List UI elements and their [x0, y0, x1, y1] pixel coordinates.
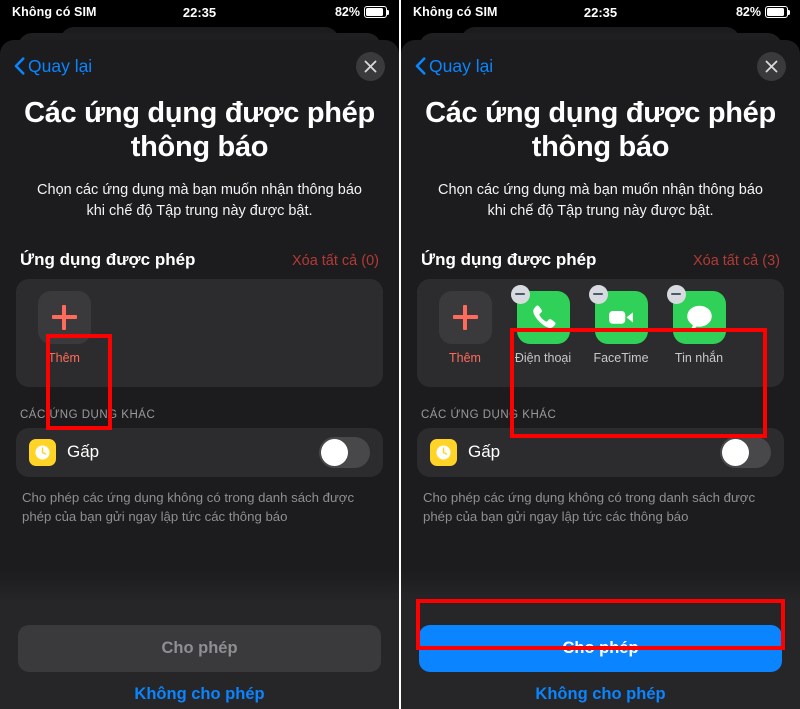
status-bar: Không có SIM 22:35 82% [0, 0, 399, 24]
video-camera-icon [588, 284, 648, 344]
time-sensitive-row[interactable]: Gấp [16, 427, 383, 477]
allow-button[interactable]: Cho phép [419, 625, 782, 672]
other-apps-header: CÁC ỨNG DỤNG KHÁC [421, 408, 557, 421]
time-sensitive-row[interactable]: Gấp [417, 427, 784, 477]
close-icon [765, 60, 778, 72]
allowed-app-label: Tin nhắn [674, 350, 724, 365]
minus-badge-icon[interactable] [666, 284, 686, 304]
allowed-app-label: FaceTime [593, 350, 649, 365]
back-button[interactable]: Quay lại [415, 56, 493, 77]
phone-screen-after: Không có SIM 22:35 82% Quay lại Các ứng … [401, 0, 800, 709]
sheet-content: Các ứng dụng được phép thông báo Chọn cá… [0, 92, 399, 527]
dont-allow-button[interactable]: Không cho phép [419, 685, 782, 704]
battery-percent-label: 82% [334, 5, 360, 19]
sheet-navigation-bar: Quay lại [0, 40, 399, 92]
allowed-app-messages[interactable]: Tin nhắn [661, 284, 737, 365]
carrier-label: Không có SIM [12, 5, 97, 19]
close-icon [364, 60, 377, 72]
footnote-text: Cho phép các ứng dụng không có trong dan… [22, 489, 355, 525]
other-apps-header: CÁC ỨNG DỤNG KHÁC [20, 408, 156, 421]
plus-icon [438, 290, 492, 344]
phone-icon [510, 284, 570, 344]
page-subtitle: Chọn các ứng dụng mà bạn muốn nhận thông… [438, 182, 763, 220]
back-button[interactable]: Quay lại [14, 56, 92, 77]
sheet-navigation-bar: Quay lại [401, 40, 800, 92]
close-button[interactable] [757, 51, 786, 81]
time-sensitive-label: Gấp [468, 442, 501, 462]
time-sensitive-toggle[interactable] [720, 436, 771, 468]
minus-badge-icon[interactable] [510, 284, 530, 304]
minus-badge-icon[interactable] [588, 284, 608, 304]
add-app-button[interactable]: Thêm [427, 290, 503, 365]
footnote-text: Cho phép các ứng dụng không có trong dan… [423, 489, 756, 525]
page-title: Các ứng dụng được phép thông báo [24, 97, 375, 164]
time-sensitive-label: Gấp [67, 442, 100, 462]
status-bar-right: 82% [735, 5, 791, 19]
page-title: Các ứng dụng được phép thông báo [425, 97, 776, 164]
time-sensitive-toggle[interactable] [319, 436, 370, 468]
carrier-label: Không có SIM [413, 5, 498, 19]
add-app-label: Thêm [48, 350, 80, 365]
battery-icon [765, 6, 791, 18]
plus-icon [37, 290, 91, 344]
clock-icon [29, 438, 56, 466]
back-button-label: Quay lại [28, 55, 93, 76]
section-title: Ứng dụng được phép [20, 249, 196, 269]
back-button-label: Quay lại [429, 55, 494, 76]
add-app-button[interactable]: Thêm [26, 290, 102, 365]
dont-allow-button[interactable]: Không cho phép [18, 685, 381, 704]
modal-sheet: Quay lại Các ứng dụng được phép thông bá… [0, 40, 399, 709]
allow-button[interactable]: Cho phép [18, 625, 381, 672]
clock-icon [430, 438, 457, 466]
allowed-app-facetime[interactable]: FaceTime [583, 284, 659, 365]
clear-all-button[interactable]: Xóa tất cả (0) [292, 253, 379, 269]
section-title: Ứng dụng được phép [421, 249, 597, 269]
bottom-fade [0, 569, 399, 615]
status-bar-right: 82% [334, 5, 390, 19]
add-app-label: Thêm [449, 350, 481, 365]
allowed-app-phone[interactable]: Điện thoại [505, 284, 581, 365]
battery-percent-label: 82% [735, 5, 761, 19]
message-bubble-icon [666, 284, 726, 344]
allowed-apps-section-header: Ứng dụng được phép Xóa tất cả (3) [417, 222, 784, 279]
allowed-apps-card: Thêm [16, 278, 383, 387]
chevron-left-icon [14, 57, 25, 75]
chevron-left-icon [415, 57, 426, 75]
bottom-fade [401, 569, 800, 615]
battery-icon [364, 6, 390, 18]
phone-screen-before: Không có SIM 22:35 82% Quay lại Các ứng … [0, 0, 399, 709]
page-subtitle: Chọn các ứng dụng mà bạn muốn nhận thông… [37, 182, 362, 220]
allowed-apps-card: Thêm Điện thoại FaceTime Tin nhắn [417, 278, 784, 387]
screenshot-comparison: Không có SIM 22:35 82% Quay lại Các ứng … [0, 0, 800, 709]
bottom-action-bar: Cho phép Không cho phép [401, 615, 800, 709]
allowed-apps-section-header: Ứng dụng được phép Xóa tất cả (0) [16, 222, 383, 279]
sheet-content: Các ứng dụng được phép thông báo Chọn cá… [401, 92, 800, 527]
bottom-action-bar: Cho phép Không cho phép [0, 615, 399, 709]
allowed-app-label: Điện thoại [514, 350, 572, 365]
modal-sheet: Quay lại Các ứng dụng được phép thông bá… [401, 40, 800, 709]
close-button[interactable] [356, 51, 385, 81]
status-bar: Không có SIM 22:35 82% [401, 0, 800, 24]
clear-all-button[interactable]: Xóa tất cả (3) [693, 253, 780, 269]
